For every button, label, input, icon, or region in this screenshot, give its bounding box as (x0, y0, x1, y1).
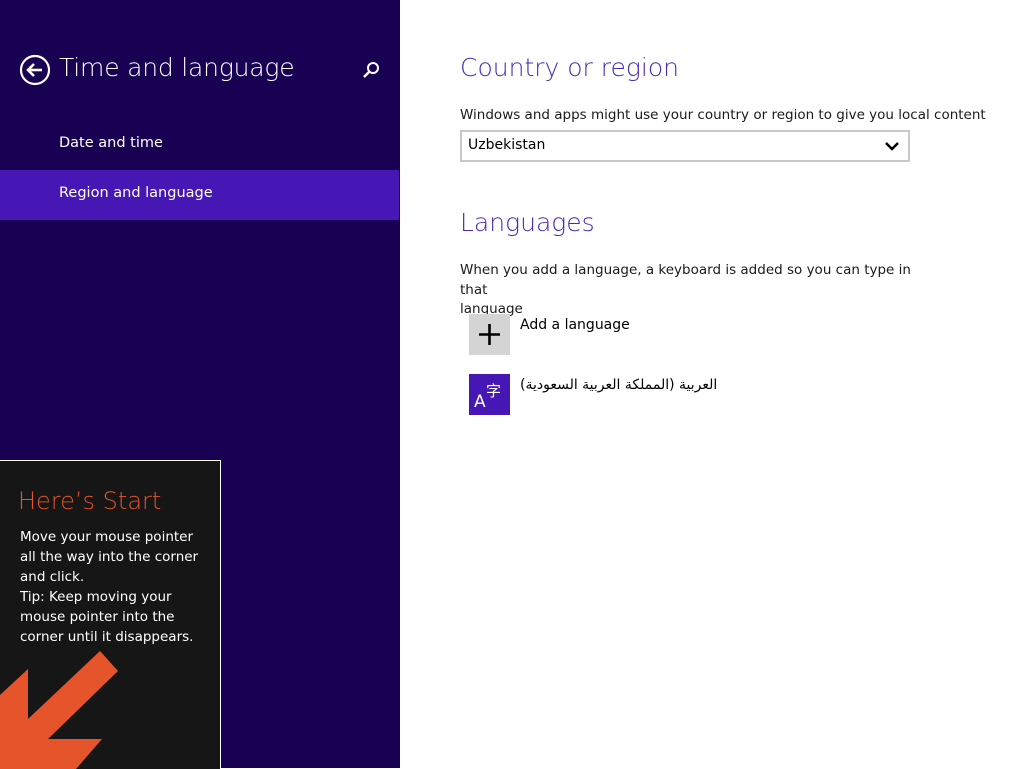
sidebar-item-label: Date and time (59, 135, 163, 151)
back-arrow-icon (19, 54, 51, 86)
search-icon (363, 62, 379, 78)
start-tip-line: corner until it disappears. (20, 629, 194, 645)
svg-text:A: A (474, 392, 486, 412)
sidebar-item-date-and-time[interactable]: Date and time (0, 120, 399, 170)
start-tip-line: all the way into the corner (20, 549, 199, 565)
sidebar-item-region-and-language[interactable]: Region and language (0, 170, 399, 220)
language-tile: A 字 (469, 374, 510, 415)
start-tip-line: and click. (20, 569, 85, 585)
language-item-arabic[interactable]: A 字 العربية (المملكة العربية السعودية) (469, 374, 949, 416)
languages-heading: Languages (460, 208, 595, 237)
chevron-down-icon (885, 142, 899, 151)
back-button[interactable] (19, 54, 51, 86)
language-a-character-icon: A 字 (474, 382, 501, 412)
page-title: Time and language (59, 53, 295, 82)
start-tip-body: Move your mouse pointer all the way into… (20, 527, 210, 647)
sidebar-item-label: Region and language (59, 185, 213, 201)
start-tip-overlay: Here’s Start Move your mouse pointer all… (0, 460, 221, 769)
start-tip-line: mouse pointer into the (20, 609, 175, 625)
start-tip-title: Here’s Start (18, 487, 162, 515)
languages-description: When you add a language, a keyboard is a… (460, 261, 930, 320)
country-dropdown[interactable]: Uzbekistan (460, 130, 910, 162)
country-region-heading: Country or region (460, 53, 679, 82)
svg-text:字: 字 (486, 382, 501, 400)
start-tip-line: Move your mouse pointer (20, 529, 194, 545)
settings-sidebar: Time and language Date and time Region a… (0, 0, 400, 769)
country-region-description: Windows and apps might use your country … (460, 107, 986, 123)
search-button[interactable] (360, 60, 382, 82)
add-language-label: Add a language (520, 317, 630, 333)
start-tip-line: Tip: Keep moving your (20, 589, 172, 605)
language-item-label: العربية (المملكة العربية السعودية) (520, 377, 718, 393)
languages-description-line: When you add a language, a keyboard is a… (460, 262, 911, 298)
country-dropdown-value: Uzbekistan (468, 137, 546, 153)
add-language-tile (469, 314, 510, 355)
plus-icon (479, 324, 500, 345)
add-language-button[interactable]: Add a language (469, 314, 949, 356)
arrow-down-left-icon (0, 651, 118, 769)
